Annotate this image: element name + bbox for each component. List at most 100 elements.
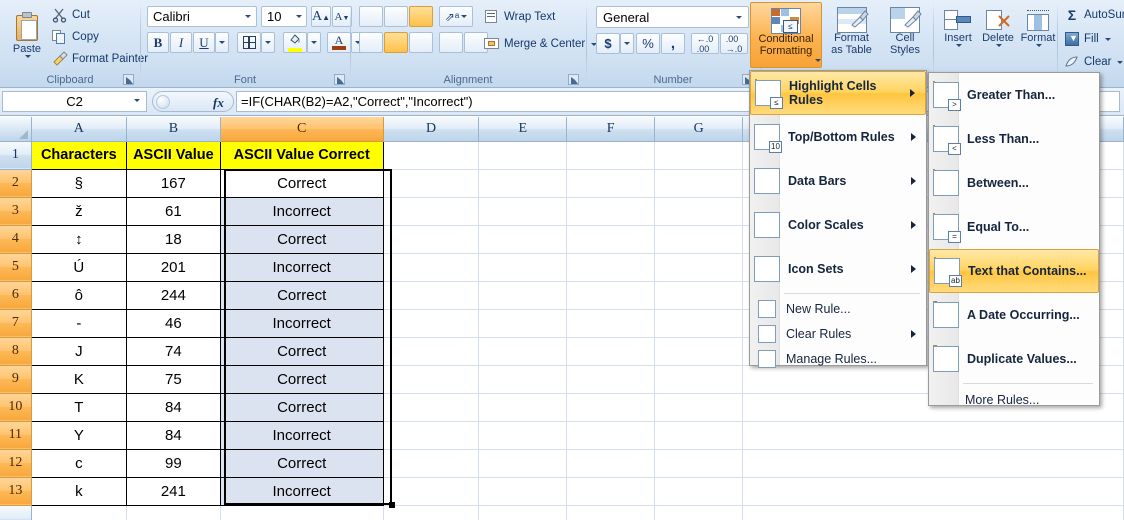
data-cell[interactable]: 167	[126, 168, 221, 198]
insert-function-icon[interactable]: fx	[213, 95, 224, 111]
empty-cell[interactable]	[654, 449, 744, 478]
row-header-8[interactable]: 8	[0, 337, 32, 366]
empty-cell[interactable]	[654, 505, 744, 520]
row-header-7[interactable]: 7	[0, 309, 32, 338]
submenu-item-equal-to[interactable]: = Equal To...	[929, 205, 1099, 249]
row-header-2[interactable]: 2	[0, 169, 32, 198]
data-cell[interactable]: ô	[30, 280, 128, 310]
empty-cell[interactable]	[566, 505, 656, 520]
format-cells-button[interactable]: Format	[1018, 4, 1058, 68]
highlight-cells-rules-submenu[interactable]: > Greater Than... < Less Than... Between... =…	[928, 72, 1100, 407]
align-center-button[interactable]	[384, 32, 408, 53]
data-cell[interactable]: Correct	[219, 364, 384, 394]
font-name-input[interactable]: Calibri	[147, 6, 257, 27]
orientation-button[interactable]: ⇗ᵃ	[439, 6, 473, 27]
menu-item-manage-rules[interactable]: Manage Rules...	[750, 346, 926, 371]
column-header-g[interactable]: G	[654, 117, 744, 142]
data-cell[interactable]: ž	[30, 196, 128, 226]
empty-cell[interactable]	[383, 169, 480, 198]
format-caret-icon[interactable]	[1036, 44, 1042, 47]
data-cell[interactable]: 201	[126, 252, 221, 282]
formula-cancel-icon[interactable]	[156, 95, 170, 109]
data-cell[interactable]: 244	[126, 280, 221, 310]
header-cell[interactable]: Characters	[30, 140, 128, 170]
underline-button[interactable]: U	[193, 32, 215, 53]
menu-footer-items[interactable]: New Rule... Clear Rules Manage Rules...	[750, 296, 926, 371]
column-header-c[interactable]: C	[220, 117, 384, 142]
comma-style-button[interactable]: ,	[661, 33, 685, 54]
fill-color-dropdown[interactable]	[307, 32, 321, 53]
autosum-button[interactable]: Σ AutoSum	[1064, 7, 1124, 23]
conditional-formatting-button[interactable]: ≤ Conditional Formatting	[750, 2, 822, 68]
format-as-table-button[interactable]: Format as Table	[824, 2, 879, 68]
empty-cell[interactable]	[654, 141, 744, 170]
row-header-9[interactable]: 9	[0, 365, 32, 394]
borders-button[interactable]	[237, 32, 261, 53]
empty-cell[interactable]	[654, 197, 744, 226]
submenu-item-text-that-contains[interactable]: ab Text that Contains...	[929, 249, 1099, 293]
name-box-caret-icon[interactable]	[134, 99, 140, 102]
accounting-dropdown[interactable]	[620, 33, 634, 54]
empty-cell[interactable]	[654, 253, 744, 282]
percent-style-button[interactable]: %	[636, 33, 660, 54]
data-cell[interactable]: 75	[126, 364, 221, 394]
clipboard-dialog-launcher[interactable]	[123, 74, 134, 85]
empty-cell[interactable]	[383, 253, 480, 282]
align-bottom-button[interactable]	[409, 6, 433, 27]
clear-button[interactable]: Clear	[1064, 54, 1124, 70]
menu-item-top-bottom-rules[interactable]: 10 Top/Bottom Rules	[750, 115, 926, 159]
empty-cell[interactable]	[478, 309, 568, 338]
empty-cell[interactable]	[478, 393, 568, 422]
data-cell[interactable]: Incorrect	[219, 252, 384, 282]
data-cell[interactable]: Incorrect	[219, 476, 384, 506]
column-header-f[interactable]: F	[566, 117, 656, 142]
row-header-5[interactable]: 5	[0, 253, 32, 282]
empty-cell[interactable]	[383, 393, 480, 422]
data-cell[interactable]: Correct	[219, 224, 384, 254]
merge-center-button[interactable]: Merge & Center	[484, 36, 598, 52]
row-header-13[interactable]: 13	[0, 477, 32, 506]
empty-cell[interactable]	[654, 281, 744, 310]
data-cell[interactable]: §	[30, 168, 128, 198]
data-cell[interactable]: Correct	[219, 392, 384, 422]
paste-caret-icon[interactable]	[25, 55, 31, 58]
column-header-b[interactable]: B	[126, 117, 221, 142]
font-size-caret-icon[interactable]	[296, 15, 302, 18]
number-format-caret-icon[interactable]	[736, 15, 742, 19]
empty-cell[interactable]	[383, 421, 480, 450]
data-cell[interactable]: T	[30, 392, 128, 422]
empty-cell[interactable]	[383, 225, 480, 254]
empty-cell[interactable]	[654, 309, 744, 338]
empty-cell[interactable]	[654, 337, 744, 366]
fill-color-button[interactable]	[283, 32, 307, 53]
empty-cell[interactable]	[383, 141, 480, 170]
data-cell[interactable]: J	[30, 336, 128, 366]
menu-item-data-bars[interactable]: Data Bars	[750, 159, 926, 203]
align-right-button[interactable]	[409, 32, 433, 53]
empty-cell[interactable]	[478, 141, 568, 170]
empty-cell[interactable]	[478, 477, 568, 506]
row-header-11[interactable]: 11	[0, 421, 32, 450]
conditional-formatting-menu[interactable]: ≤ Highlight Cells Rules 10 Top/Bottom Rules…	[749, 70, 927, 368]
formula-bar-buttons[interactable]: fx	[152, 91, 234, 112]
menu-item-clear-rules[interactable]: Clear Rules	[750, 321, 926, 346]
empty-cell[interactable]	[566, 421, 656, 450]
empty-cell[interactable]	[566, 365, 656, 394]
data-cell[interactable]: Ú	[30, 252, 128, 282]
row-header-3[interactable]: 3	[0, 197, 32, 226]
empty-cell[interactable]	[566, 141, 656, 170]
increase-decimal-button[interactable]: ←.0.00	[691, 33, 719, 54]
data-cell[interactable]: c	[30, 448, 128, 478]
data-cell[interactable]: ↕	[30, 224, 128, 254]
font-dialog-launcher[interactable]	[334, 74, 345, 85]
empty-cell[interactable]	[566, 225, 656, 254]
row-header-1[interactable]: 1	[0, 141, 32, 170]
data-cell[interactable]: 61	[126, 196, 221, 226]
empty-cell[interactable]	[478, 505, 568, 520]
copy-button[interactable]: Copy	[52, 29, 99, 45]
data-cell[interactable]: 99	[126, 448, 221, 478]
data-cell[interactable]: 241	[126, 476, 221, 506]
menu-item-highlight-cells-rules[interactable]: ≤ Highlight Cells Rules	[750, 71, 926, 115]
empty-cell[interactable]	[566, 169, 656, 198]
number-format-select[interactable]: General	[596, 6, 749, 28]
